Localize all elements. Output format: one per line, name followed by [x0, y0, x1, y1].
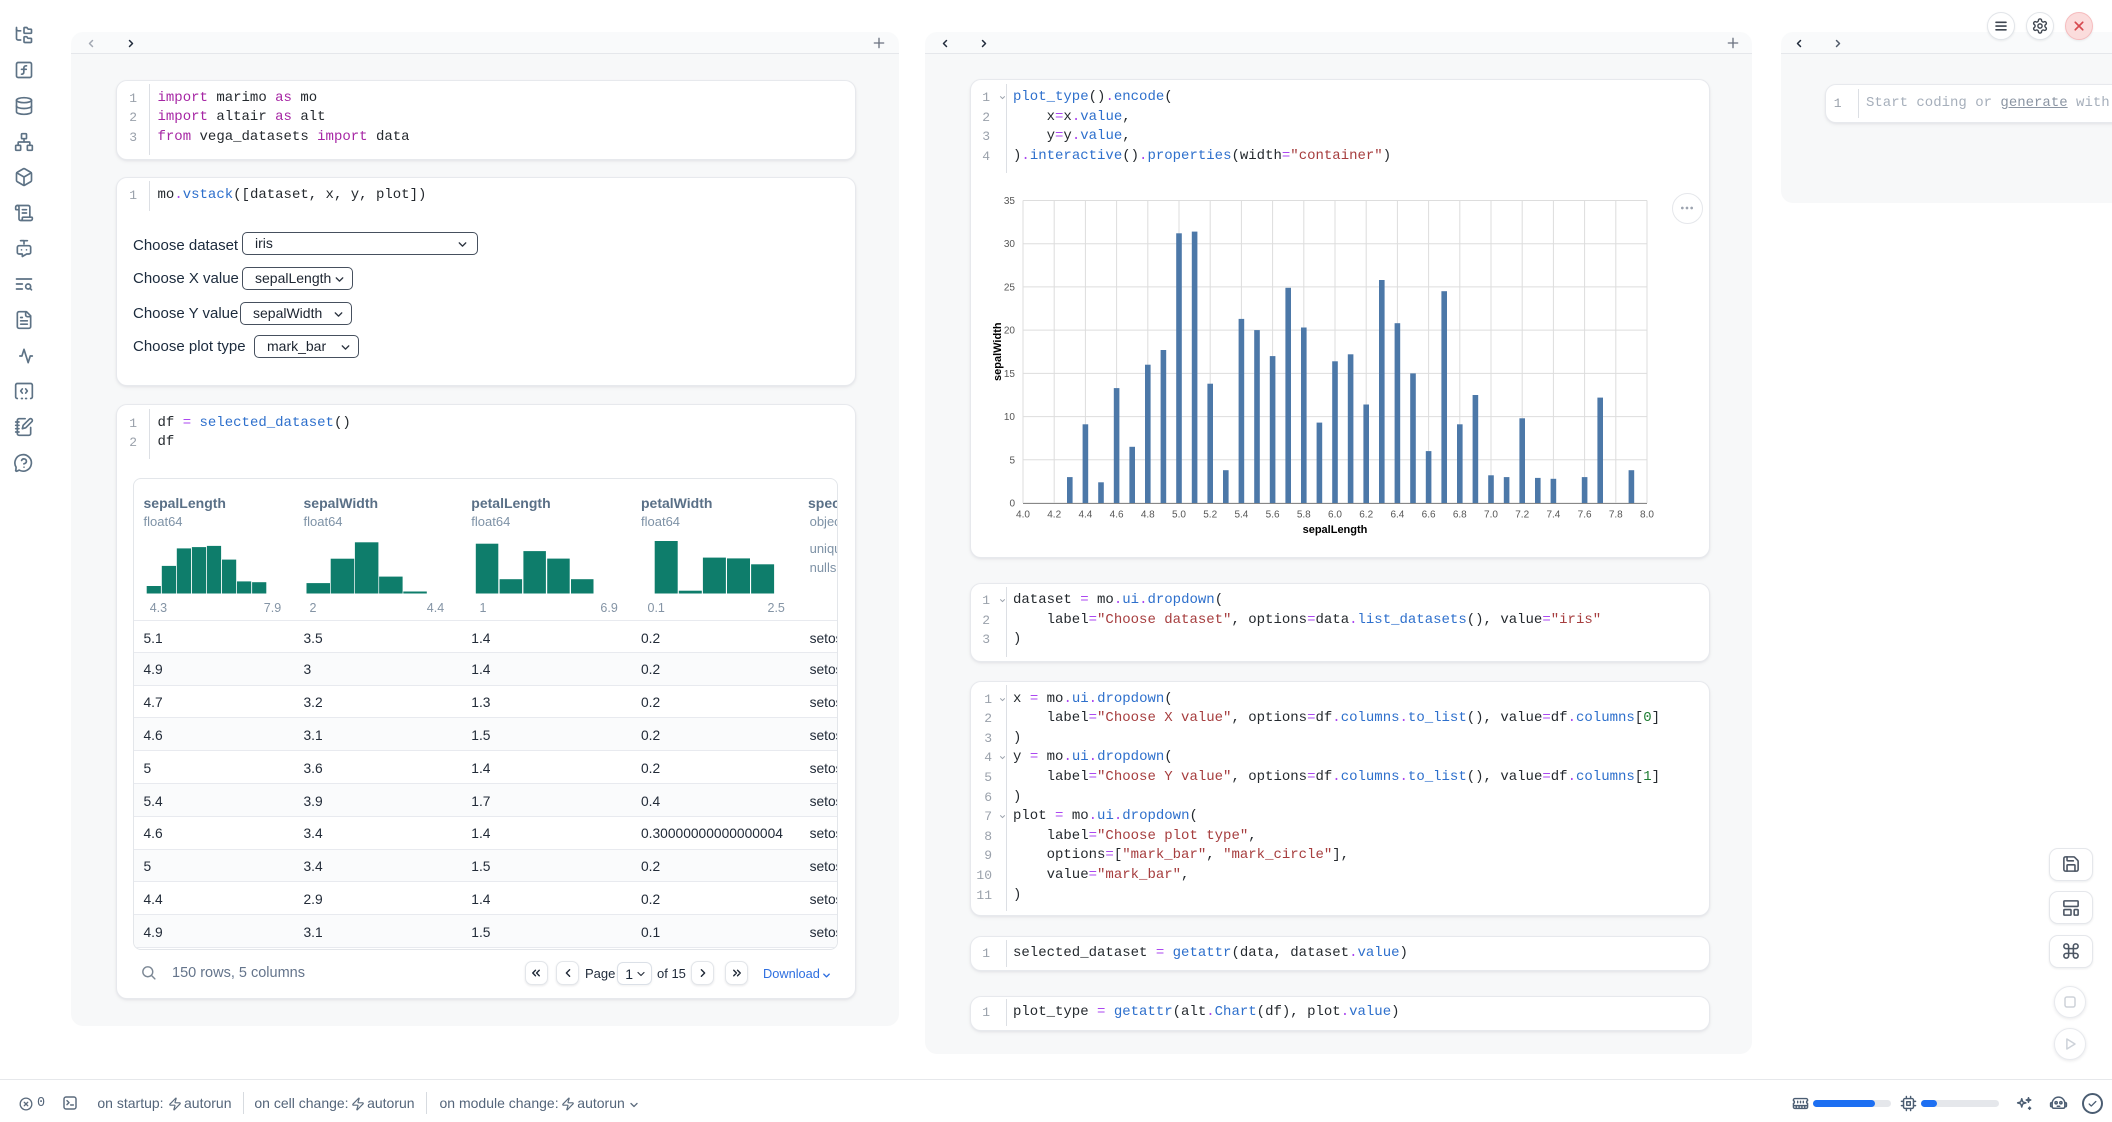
- svg-text:25: 25: [1004, 282, 1016, 293]
- svg-text:7.6: 7.6: [1578, 510, 1592, 521]
- svg-text:20: 20: [1004, 326, 1016, 337]
- svg-text:5.2: 5.2: [1203, 510, 1217, 521]
- svg-text:5.0: 5.0: [1172, 510, 1186, 521]
- svg-text:4.8: 4.8: [1141, 510, 1155, 521]
- svg-text:5.4: 5.4: [1234, 510, 1248, 521]
- svg-text:4.4: 4.4: [1078, 510, 1092, 521]
- svg-text:4.6: 4.6: [1110, 510, 1124, 521]
- svg-text:7.4: 7.4: [1546, 510, 1560, 521]
- svg-text:6.2: 6.2: [1359, 510, 1373, 521]
- svg-text:4.0: 4.0: [1016, 510, 1030, 521]
- svg-text:8.0: 8.0: [1640, 510, 1654, 521]
- svg-text:10: 10: [1004, 412, 1016, 423]
- svg-text:sepalLength: sepalLength: [1303, 524, 1368, 536]
- svg-text:6.4: 6.4: [1390, 510, 1404, 521]
- svg-text:7.0: 7.0: [1484, 510, 1498, 521]
- svg-text:5: 5: [1009, 455, 1015, 466]
- svg-text:6.0: 6.0: [1328, 510, 1342, 521]
- svg-text:sepalWidth: sepalWidth: [992, 322, 1004, 381]
- svg-text:30: 30: [1004, 239, 1016, 250]
- svg-text:5.8: 5.8: [1297, 510, 1311, 521]
- svg-text:6.6: 6.6: [1422, 510, 1436, 521]
- svg-text:7.8: 7.8: [1609, 510, 1623, 521]
- svg-text:5.6: 5.6: [1266, 510, 1280, 521]
- svg-text:0: 0: [1009, 499, 1015, 510]
- svg-text:15: 15: [1004, 369, 1016, 380]
- svg-text:35: 35: [1004, 196, 1016, 207]
- svg-text:4.2: 4.2: [1047, 510, 1061, 521]
- svg-text:6.8: 6.8: [1453, 510, 1467, 521]
- svg-text:7.2: 7.2: [1515, 510, 1529, 521]
